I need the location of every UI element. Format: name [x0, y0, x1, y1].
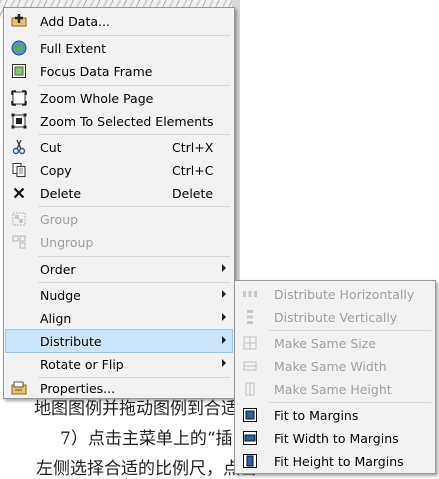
shortcut-label: Delete: [172, 185, 214, 201]
menu-item-label: Focus Data Frame: [40, 63, 153, 79]
submenu-item-label: Make Same Width: [274, 358, 387, 374]
menu-item-order[interactable]: Order: [6, 258, 232, 280]
menu-item-label: Full Extent: [40, 40, 107, 56]
menu-item-label: Align: [40, 310, 72, 326]
same-width-icon: [237, 355, 263, 377]
menu-item-label: Distribute: [40, 333, 102, 349]
menu-item-label: Order: [40, 261, 76, 277]
menu-separator: [38, 206, 230, 207]
submenu-item-fit-height-to-margins[interactable]: Fit Height to Margins: [237, 450, 433, 472]
focus-frame-icon: [6, 60, 32, 82]
menu-item-focus-data-frame[interactable]: Focus Data Frame: [6, 60, 232, 82]
submenu-item-label: Distribute Horizontally: [274, 286, 415, 302]
menu-item-label: Add Data...: [40, 13, 110, 29]
shortcut-label: Ctrl+X: [172, 139, 214, 155]
menu-item-label: Zoom Whole Page: [40, 90, 154, 106]
distribute-vertical-icon: [237, 306, 263, 328]
menu-item-add-data[interactable]: Add Data...: [6, 10, 232, 32]
menu-item-ungroup[interactable]: Ungroup: [6, 231, 232, 253]
submenu-arrow-icon: [222, 359, 226, 367]
submenu-item-distribute-vertically[interactable]: Distribute Vertically: [237, 306, 433, 328]
submenu-item-label: Distribute Vertically: [274, 309, 398, 325]
menu-item-delete[interactable]: Delete Delete: [6, 182, 232, 204]
menu-separator: [269, 402, 431, 403]
distribute-horizontal-icon: [237, 283, 263, 305]
menu-item-label: Delete: [40, 185, 82, 201]
menu-item-full-extent[interactable]: Full Extent: [6, 37, 232, 59]
submenu-item-label: Fit Width to Margins: [274, 430, 399, 446]
menu-item-label: Nudge: [40, 287, 81, 303]
menu-item-zoom-whole-page[interactable]: Zoom Whole Page: [6, 87, 232, 109]
submenu-item-make-same-width[interactable]: Make Same Width: [237, 355, 433, 377]
menu-separator: [38, 256, 230, 257]
zoom-page-icon: [6, 87, 32, 109]
submenu-item-label: Make Same Height: [274, 381, 392, 397]
submenu-arrow-icon: [222, 336, 226, 344]
menu-item-label: Ungroup: [40, 234, 94, 250]
group-icon: [6, 208, 32, 230]
submenu-item-make-same-height[interactable]: Make Same Height: [237, 378, 433, 400]
menu-item-align[interactable]: Align: [6, 307, 232, 329]
distribute-submenu: Distribute Horizontally Distribute Verti…: [234, 280, 436, 474]
menu-item-group[interactable]: Group: [6, 208, 232, 230]
menu-item-rotate-or-flip[interactable]: Rotate or Flip: [6, 353, 232, 375]
submenu-item-fit-width-to-margins[interactable]: Fit Width to Margins: [237, 427, 433, 449]
menu-item-label: Properties...: [40, 380, 116, 396]
menu-item-label: Cut: [40, 139, 62, 155]
menu-separator: [38, 134, 230, 135]
submenu-item-label: Fit to Margins: [274, 407, 359, 423]
submenu-item-fit-to-margins[interactable]: Fit to Margins: [237, 404, 433, 426]
menu-separator: [38, 85, 230, 86]
shortcut-label: Ctrl+C: [172, 162, 214, 178]
fit-width-icon: [237, 427, 263, 449]
submenu-item-distribute-horizontally[interactable]: Distribute Horizontally: [237, 283, 433, 305]
same-height-icon: [237, 378, 263, 400]
same-size-icon: [237, 332, 263, 354]
scissors-icon: [6, 136, 32, 158]
menu-separator: [269, 330, 431, 331]
ungroup-icon: [6, 231, 32, 253]
submenu-arrow-icon: [222, 264, 226, 272]
menu-item-label: Rotate or Flip: [40, 356, 124, 372]
zoom-selected-icon: [6, 110, 32, 132]
menu-separator: [38, 282, 230, 283]
submenu-arrow-icon: [222, 290, 226, 298]
add-data-icon: [6, 10, 32, 32]
menu-item-label: Copy: [40, 162, 72, 178]
menu-item-copy[interactable]: Copy Ctrl+C: [6, 159, 232, 181]
submenu-item-make-same-size[interactable]: Make Same Size: [237, 332, 433, 354]
submenu-arrow-icon: [222, 313, 226, 321]
menu-item-cut[interactable]: Cut Ctrl+X: [6, 136, 232, 158]
background-text-line: 7）点击主菜单上的“插: [60, 429, 233, 449]
menu-separator: [38, 35, 230, 36]
copy-icon: [6, 159, 32, 181]
menu-item-nudge[interactable]: Nudge: [6, 284, 232, 306]
menu-item-label: Zoom To Selected Elements: [40, 113, 214, 129]
fit-height-icon: [237, 450, 263, 472]
menu-item-properties[interactable]: Properties...: [6, 377, 232, 399]
context-menu: Add Data... Full Extent Focus Data Frame…: [3, 7, 235, 399]
globe-icon: [6, 37, 32, 59]
menu-item-distribute[interactable]: Distribute: [5, 329, 233, 353]
menu-item-zoom-to-selected[interactable]: Zoom To Selected Elements: [6, 110, 232, 132]
submenu-item-label: Fit Height to Margins: [274, 453, 404, 469]
menu-item-label: Group: [40, 211, 79, 227]
background-text-line: 左侧选择合适的比例尺，点击: [36, 459, 257, 479]
fit-margins-icon: [237, 404, 263, 426]
submenu-item-label: Make Same Size: [274, 335, 376, 351]
delete-x-icon: [6, 182, 32, 204]
properties-icon: [6, 377, 32, 399]
